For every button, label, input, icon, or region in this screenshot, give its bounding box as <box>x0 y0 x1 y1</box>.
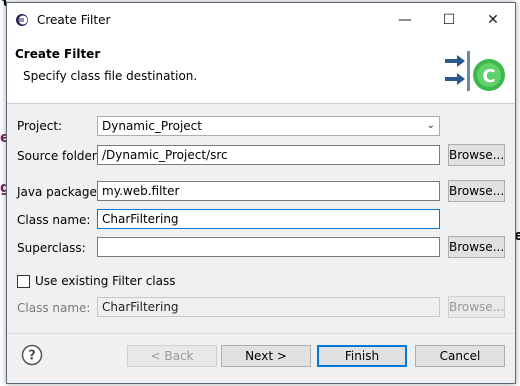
project-value: Dynamic_Project <box>102 119 202 133</box>
close-button[interactable]: ✕ <box>471 3 515 37</box>
use-existing-filter-label: Use existing Filter class <box>35 274 176 288</box>
cancel-button[interactable]: Cancel <box>415 345 505 367</box>
project-label: Project: <box>17 119 63 133</box>
chevron-down-icon: ⌄ <box>426 120 435 131</box>
superclass-browse-button[interactable]: Browse... <box>448 236 505 258</box>
minimize-icon: — <box>398 12 412 28</box>
project-combo[interactable]: Dynamic_Project ⌄ <box>97 116 440 136</box>
eclipse-app-icon <box>16 14 28 26</box>
svg-text:C: C <box>482 66 495 87</box>
minimize-button[interactable]: — <box>383 3 427 37</box>
use-existing-filter-checkbox[interactable] <box>17 275 30 288</box>
footer-divider <box>7 333 515 334</box>
existing-class-name-input: CharFiltering <box>97 297 440 317</box>
java-package-input[interactable]: my.web.filter <box>97 181 440 201</box>
class-name-input[interactable]: CharFiltering <box>97 209 440 229</box>
help-icon[interactable]: ? <box>21 344 43 366</box>
existing-class-name-label: Class name: <box>17 301 91 315</box>
window-title: Create Filter <box>37 13 111 27</box>
wizard-page-description: Specify class file destination. <box>23 69 198 83</box>
title-bar: Create Filter — ☐ ✕ <box>7 3 515 37</box>
wizard-banner: Create Filter Specify class file destina… <box>7 37 515 104</box>
superclass-label: Superclass: <box>17 241 86 255</box>
finish-button[interactable]: Finish <box>317 345 407 367</box>
close-icon: ✕ <box>487 12 499 28</box>
superclass-input[interactable] <box>97 237 440 257</box>
back-button: < Back <box>127 345 217 367</box>
wizard-page-title: Create Filter <box>15 47 101 61</box>
maximize-button[interactable]: ☐ <box>427 3 471 37</box>
maximize-icon: ☐ <box>442 12 456 28</box>
source-folder-label: Source folder: <box>17 149 101 163</box>
java-package-browse-button[interactable]: Browse... <box>448 180 505 202</box>
existing-class-browse-button: Browse... <box>448 296 505 318</box>
source-folder-input[interactable]: /Dynamic_Project/src <box>97 145 440 165</box>
svg-text:?: ? <box>28 349 36 364</box>
class-name-label: Class name: <box>17 213 91 227</box>
next-button[interactable]: Next > <box>221 345 311 367</box>
java-package-label: Java package: <box>17 185 101 199</box>
new-class-wizard-icon: C <box>445 51 505 91</box>
create-filter-dialog: Create Filter — ☐ ✕ Create Filter Specif… <box>6 2 516 384</box>
source-folder-browse-button[interactable]: Browse... <box>448 144 505 166</box>
